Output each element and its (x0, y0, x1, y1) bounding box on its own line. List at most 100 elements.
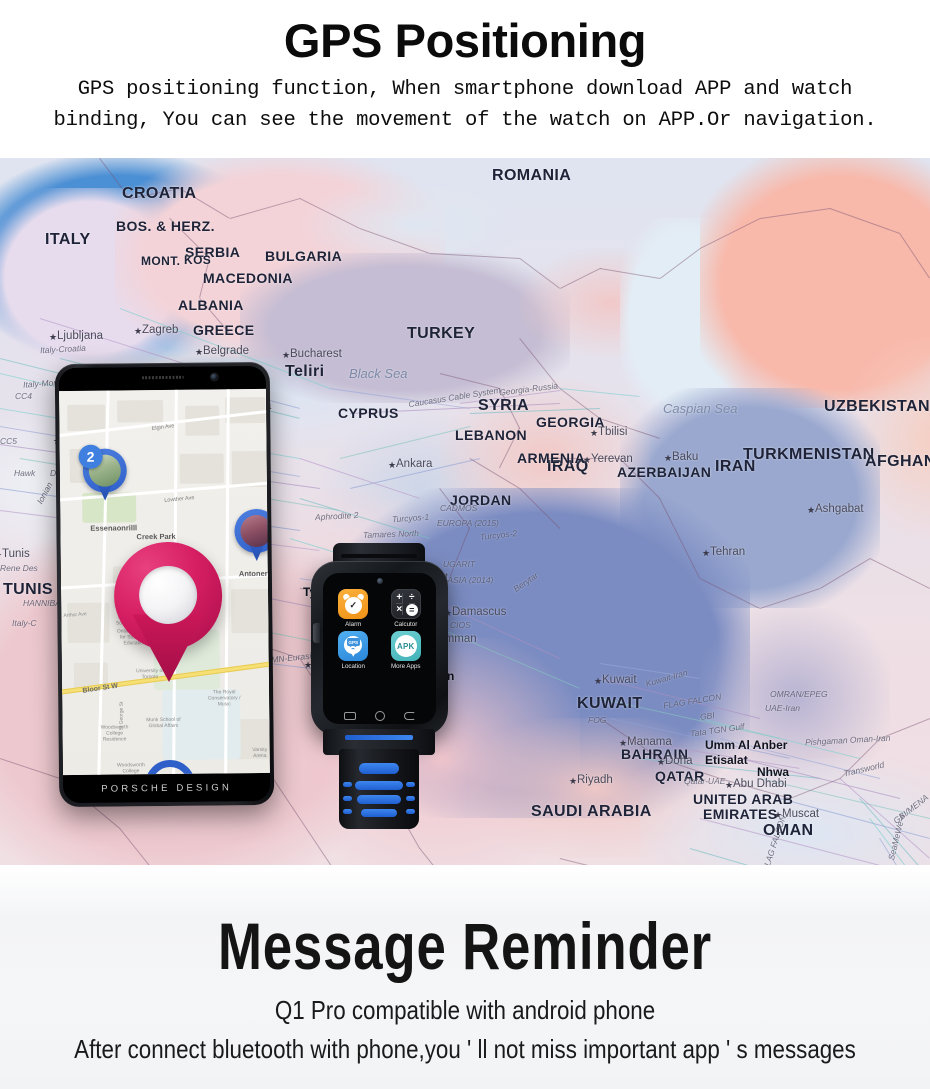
phone-status-bar (58, 365, 266, 401)
map-city-marker: ★ (807, 505, 816, 515)
map-block (117, 400, 164, 423)
map-city-label: Manama (627, 736, 672, 748)
calc-key-divide: ÷ (409, 591, 415, 604)
gps-description: GPS positioning function, When smartphon… (0, 64, 930, 137)
map-city-label: Yerevan (591, 453, 633, 465)
map-cable-label: CADMOS (440, 503, 478, 513)
map-city-label: Ashgabat (815, 503, 864, 515)
watch-app-alarm[interactable]: ✓ Alarm (330, 589, 377, 628)
map-cable-label: Rene Des (0, 563, 38, 573)
map-city-marker: ★ (134, 326, 143, 336)
apk-badge: APK (394, 635, 417, 658)
recents-button-icon[interactable] (343, 712, 356, 720)
map-city-marker: ★ (619, 738, 628, 748)
check-glyph: ✓ (349, 599, 358, 610)
map-cable-label: Qatar-UAE (684, 776, 726, 786)
map-place-label: Varsity Arena (252, 746, 268, 760)
gps-description-line-1: GPS positioning function, When smartphon… (77, 78, 853, 101)
map-city-label: Belgrade (203, 345, 250, 357)
apk-icon: APK (390, 631, 421, 662)
map-country-label: MONT. (141, 254, 181, 268)
map-station-label: Etisalat (705, 753, 748, 767)
map-city-label: Muscat (782, 808, 820, 820)
gps-pin-icon: GPS (338, 631, 369, 662)
watch-navigation-bar (323, 711, 436, 721)
alarm-clock-glyph: ✓ (341, 592, 365, 614)
band-accent (359, 763, 399, 774)
phone-screen-frame: Elgin Ave Lowther Ave Bloor St W St Geor… (58, 365, 271, 804)
watch-app-location[interactable]: GPS Location (330, 631, 377, 670)
avatar-pin-group[interactable]: 2 (78, 444, 128, 500)
alarm-clock-icon: ✓ (338, 589, 369, 619)
watch-app-label: Alarm (345, 621, 362, 629)
message-reminder-section: Message Reminder Q1 Pro compatible with … (0, 865, 930, 1089)
map-city-marker: ★ (583, 455, 592, 465)
band-accent-small (406, 782, 415, 787)
map-city-marker: ★ (195, 347, 204, 357)
map-country-label: BOS. & HERZ. (116, 218, 215, 234)
watch-app-calculator[interactable]: + ÷ × = Calcutor (383, 589, 430, 628)
primary-location-pin[interactable] (113, 541, 223, 682)
message-line-2: After connect bluetooth with phone,you '… (74, 1034, 856, 1064)
map-city-label: Tehran (710, 546, 746, 558)
map-city-label: Tunis (2, 548, 30, 560)
map-country-label: ARMENIA (517, 450, 586, 466)
map-country-label: AFGHANI (865, 453, 930, 470)
watch-side-button[interactable] (313, 623, 320, 643)
band-accent-small (406, 796, 415, 801)
map-city-marker: ★ (702, 548, 711, 558)
map-cable-label: CC5 (0, 436, 18, 446)
band-accent (357, 795, 401, 804)
map-place-label: Antoner (238, 568, 268, 579)
map-country-label: TUNIS (3, 581, 53, 598)
calc-key-equals: = (405, 604, 418, 616)
calc-key-plus: + (396, 591, 404, 604)
map-city-marker: ★ (282, 350, 291, 360)
smartwatch-mockup: ✓ Alarm + ÷ × = Calcutor GPS Location AP… (303, 543, 455, 829)
map-cable-label: Tamares North (362, 528, 420, 540)
calc-key-times: × (396, 604, 404, 615)
band-accent-small (343, 809, 352, 814)
map-country-label: BULGARIA (265, 248, 343, 264)
map-country-label: MACEDONIA (203, 270, 293, 286)
band-accent-small (343, 796, 352, 801)
map-place-label: Woodsworth College Residence (100, 724, 129, 743)
map-city-marker: ★ (594, 676, 603, 686)
map-block (67, 404, 106, 432)
map-country-label: LEBANON (455, 427, 528, 443)
watch-band (339, 749, 419, 829)
map-place-label: Creek Park (136, 531, 176, 542)
map-city-marker: ★ (569, 776, 578, 786)
map-block (179, 453, 224, 484)
pin-badge-count: 2 (78, 444, 103, 469)
front-camera-icon (210, 373, 218, 381)
map-cable-label: CC4 (15, 391, 33, 401)
map-country-label: CROATIA (122, 185, 197, 202)
map-sea-label: Caspian Sea (663, 401, 738, 416)
map-cable-label: Italy-C (12, 618, 37, 628)
watch-app-more-apps[interactable]: APK More Apps (383, 631, 430, 670)
back-button-icon[interactable] (404, 712, 416, 720)
watch-app-label: Location (341, 663, 365, 671)
map-country-label: SAUDI ARABIA (531, 803, 652, 820)
map-cable-label: OMRAN/EPEG (770, 689, 828, 699)
band-accent-small (406, 809, 415, 814)
map-city-marker: ★ (0, 551, 2, 560)
map-country-label: SYRIA (478, 397, 529, 414)
map-station-label: Umm Al Anber (705, 738, 788, 752)
map-city-label: Kuwait (602, 674, 637, 686)
avatar-pin-single[interactable] (234, 508, 270, 561)
page-title: GPS Positioning (283, 14, 647, 67)
map-country-label: KOS (184, 253, 212, 267)
gps-header-section: GPS Positioning GPS positioning function… (0, 0, 930, 158)
watch-app-label: More Apps (390, 663, 421, 671)
band-accent (355, 781, 403, 790)
map-place-label: The Royal Conservatory / Music (207, 689, 241, 708)
phone-map-view[interactable]: Elgin Ave Lowther Ave Bloor St W St Geor… (58, 388, 270, 776)
watch-screen[interactable]: ✓ Alarm + ÷ × = Calcutor GPS Location AP… (323, 573, 436, 724)
map-sea-label: Black Sea (349, 366, 408, 381)
message-line-1: Q1 Pro compatible with android phone (274, 995, 656, 1025)
map-country-label: Teliri (285, 363, 325, 380)
map-country-label: ITALY (45, 231, 91, 248)
home-button-icon[interactable] (374, 711, 385, 721)
